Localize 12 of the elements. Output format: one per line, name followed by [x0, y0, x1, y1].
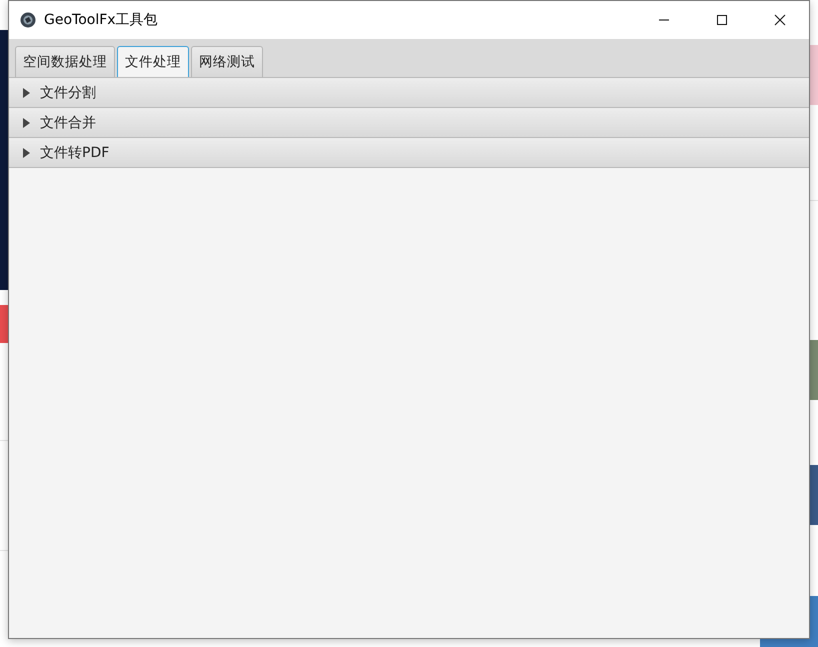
tab[interactable]: 文件处理 — [117, 46, 189, 77]
tab[interactable]: 空间数据处理 — [15, 46, 115, 77]
tab[interactable]: 网络测试 — [191, 46, 263, 77]
accordion-title: 文件合并 — [40, 114, 96, 132]
accordion-title: 文件转PDF — [40, 144, 110, 162]
accordion-header[interactable]: 文件合并 — [9, 108, 809, 138]
close-icon — [774, 14, 786, 26]
accordion-title: 文件分割 — [40, 84, 96, 102]
accordion-header[interactable]: 文件分割 — [9, 78, 809, 108]
maximize-icon — [716, 14, 728, 26]
accordion-header[interactable]: 文件转PDF — [9, 138, 809, 168]
window-title: GeoToolFx工具包 — [44, 11, 158, 29]
